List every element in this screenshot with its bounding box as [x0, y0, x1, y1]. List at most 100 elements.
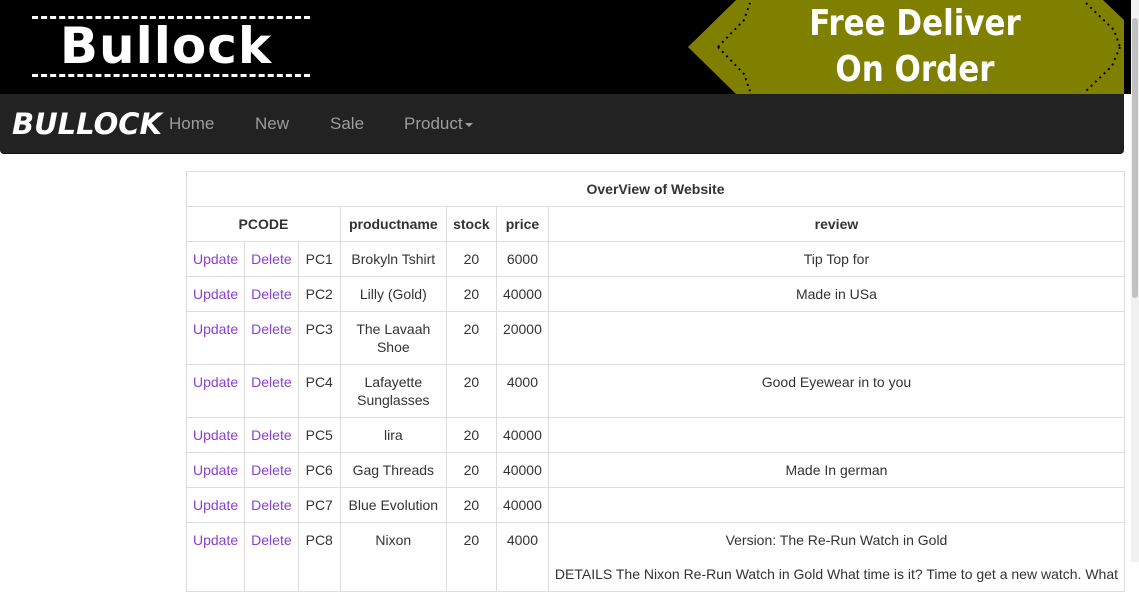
update-link[interactable]: Update — [193, 497, 238, 513]
cell-stock: 20 — [445, 311, 497, 365]
overview-table: OverView of Website PCODE productname st… — [185, 171, 1126, 592]
cell-pcode: PC2 — [297, 276, 341, 312]
cell-review — [547, 487, 1126, 523]
table-row: Update Delete PC2 Lilly (Gold) 20 40000 Made i… — [185, 276, 1126, 312]
cell-productname: The Lavaah Shoe — [356, 321, 431, 355]
table-row: Update Delete PC8 Nixon 20 4000 Version: The R… — [185, 522, 1126, 592]
review-text: Tip Top for — [803, 251, 870, 267]
cell-review — [547, 417, 1126, 453]
main-navbar: BULLOCK Home New Sale Product — [0, 94, 1124, 154]
table-caption: OverView of Website — [186, 171, 1125, 207]
cell-stock: 20 — [463, 286, 480, 302]
nav-home[interactable]: Home — [169, 114, 214, 134]
cell-productname: Lafayette Sunglasses — [357, 374, 430, 408]
update-link[interactable]: Update — [193, 427, 238, 443]
header-pcode: PCODE — [186, 206, 341, 242]
delete-link[interactable]: Delete — [251, 497, 291, 513]
delete-cell: Delete — [244, 417, 299, 453]
header-productname: productname — [339, 206, 447, 242]
cell-price: 6000 — [495, 241, 549, 277]
cell-price: 40000 — [495, 276, 549, 312]
delete-link[interactable]: Delete — [251, 251, 291, 267]
cell-stock: 20 — [445, 452, 497, 488]
cell-price: 4000 — [506, 374, 538, 390]
nav-sale[interactable]: Sale — [330, 114, 364, 134]
cell-price: 40000 — [495, 487, 549, 523]
delete-link[interactable]: Delete — [251, 374, 291, 390]
update-link[interactable]: Update — [193, 321, 238, 337]
navbar-brand[interactable]: BULLOCK — [12, 107, 162, 141]
cell-productname: Lilly (Gold) — [339, 276, 447, 312]
update-cell: Update — [185, 276, 246, 312]
cell-productname: lira — [339, 417, 447, 453]
cell-review — [547, 311, 1126, 365]
update-link[interactable]: Update — [193, 532, 238, 548]
cell-productname: lira — [383, 427, 403, 443]
cell-productname: Lilly (Gold) — [359, 286, 427, 302]
delete-cell: Delete — [244, 364, 299, 418]
cell-stock: 20 — [463, 321, 480, 337]
cell-productname: Brokyln Tshirt — [339, 241, 447, 277]
update-link[interactable]: Update — [193, 462, 238, 478]
update-link[interactable]: Update — [193, 251, 238, 267]
cell-pcode: PC4 — [297, 364, 341, 418]
update-cell: Update — [185, 452, 246, 488]
cell-pcode: PC8 — [297, 522, 341, 592]
cell-review: Made in USa — [547, 276, 1126, 312]
review-text: Version: The Re-Run Watch in Gold — [725, 532, 948, 548]
cell-stock: 20 — [463, 427, 480, 443]
cell-productname: Blue Evolution — [339, 487, 447, 523]
cell-pcode: PC5 — [297, 417, 341, 453]
update-link[interactable]: Update — [193, 286, 238, 302]
table-row: Update Delete PC7 Blue Evolution 20 40000 — [185, 487, 1126, 523]
update-cell: Update — [185, 487, 246, 523]
cell-stock: 20 — [445, 364, 497, 418]
table-row: Update Delete PC3 The Lavaah Shoe 20 20000 — [185, 311, 1126, 365]
page-scrollbar[interactable] — [1131, 0, 1139, 562]
delete-link[interactable]: Delete — [251, 427, 291, 443]
review-text: Made in USa — [795, 286, 877, 302]
table-row: Update Delete PC6 Gag Threads 20 40000 Made In… — [185, 452, 1126, 488]
cell-stock: 20 — [463, 462, 480, 478]
cell-stock: 20 — [463, 497, 480, 513]
scrollbar-thumb[interactable] — [1132, 18, 1138, 298]
cell-stock: 20 — [445, 522, 497, 592]
cell-pcode: PC1 — [305, 251, 333, 267]
cell-stock: 20 — [463, 532, 480, 548]
delete-cell: Delete — [244, 522, 299, 592]
delete-link[interactable]: Delete — [251, 462, 291, 478]
promo-line-1: Free Deliver — [809, 3, 1021, 44]
banner-logo[interactable]: Bullock — [32, 6, 310, 84]
cell-pcode: PC2 — [305, 286, 333, 302]
header-price: price — [495, 206, 549, 242]
cell-pcode: PC8 — [305, 532, 333, 548]
cell-pcode: PC6 — [297, 452, 341, 488]
cell-productname: Brokyln Tshirt — [351, 251, 436, 267]
cell-stock: 20 — [463, 374, 480, 390]
cell-price: 40000 — [502, 286, 542, 302]
cell-pcode: PC3 — [297, 311, 341, 365]
cell-review: Version: The Re-Run Watch in Gold DETAILS… — [547, 522, 1126, 592]
update-cell: Update — [185, 311, 246, 365]
delete-link[interactable]: Delete — [251, 532, 291, 548]
caret-down-icon — [464, 122, 473, 127]
delete-cell: Delete — [244, 241, 299, 277]
cell-price: 4000 — [495, 364, 549, 418]
nav-new[interactable]: New — [255, 114, 289, 134]
nav-product-dropdown[interactable]: Product — [404, 114, 473, 134]
cell-pcode: PC1 — [297, 241, 341, 277]
nav-product-label: Product — [404, 114, 463, 133]
cell-pcode: PC3 — [305, 321, 333, 337]
cell-price: 40000 — [495, 417, 549, 453]
delete-link[interactable]: Delete — [251, 286, 291, 302]
update-cell: Update — [185, 417, 246, 453]
cell-pcode: PC7 — [297, 487, 341, 523]
review-details-text: DETAILS The Nixon Re-Run Watch in Gold W… — [554, 566, 1118, 582]
update-link[interactable]: Update — [193, 374, 238, 390]
delete-cell: Delete — [244, 487, 299, 523]
promo-line-2: On Order — [835, 49, 995, 90]
cell-productname: Nixon — [339, 522, 447, 592]
cell-pcode: PC5 — [305, 427, 333, 443]
delete-link[interactable]: Delete — [251, 321, 291, 337]
cell-productname: Gag Threads — [352, 462, 435, 478]
